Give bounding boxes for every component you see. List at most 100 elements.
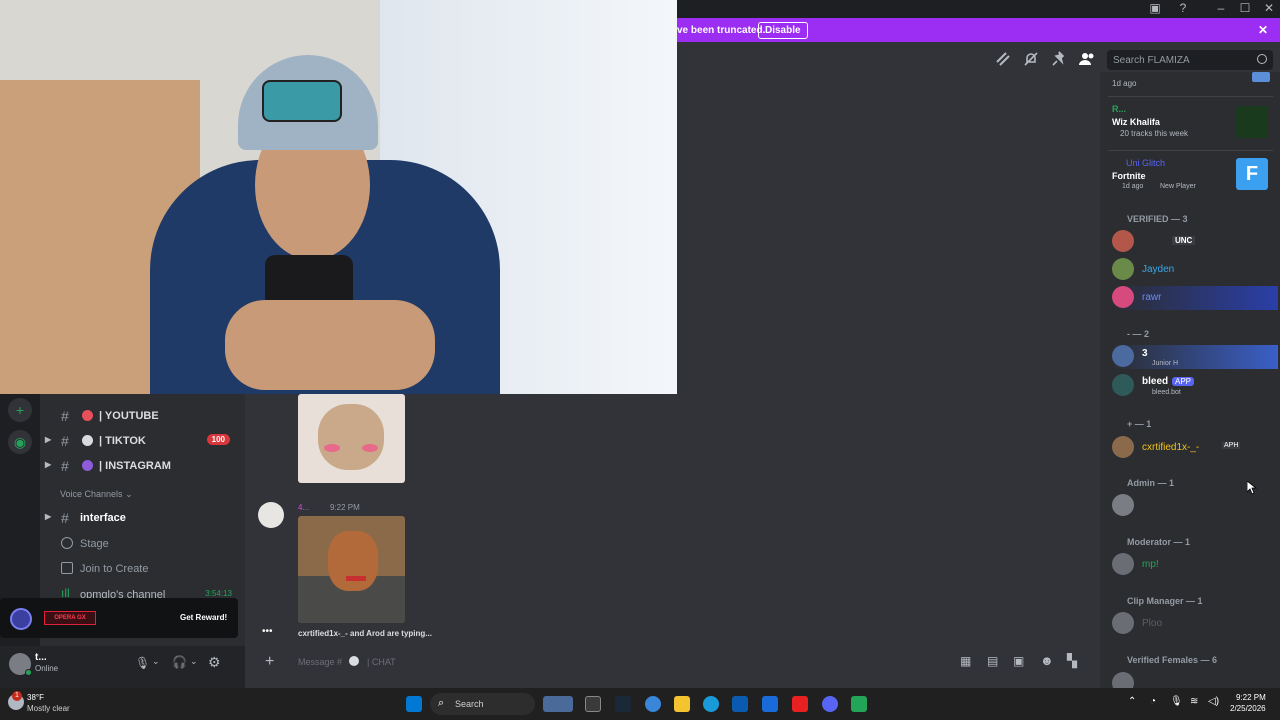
member-row[interactable]: UNC xyxy=(1112,230,1274,254)
member-row[interactable]: rawr xyxy=(1112,286,1278,310)
gift-icon[interactable]: ▦ xyxy=(960,654,971,668)
status-indicator xyxy=(25,669,32,676)
activity-card[interactable]: Uni Glitch Fortnite 1d ago New Player F xyxy=(1112,158,1272,194)
add-attachment-icon[interactable]: + xyxy=(265,653,274,671)
channel-instagram[interactable]: ▶ # | INSTAGRAM xyxy=(45,455,240,477)
member-row[interactable]: mp! xyxy=(1112,553,1274,577)
clock-time[interactable]: 9:22 PM xyxy=(1236,693,1266,702)
emoji-icon[interactable]: ☻ xyxy=(1040,653,1054,668)
widgets-icon[interactable] xyxy=(543,696,573,712)
member-row[interactable]: 3 Junior H xyxy=(1112,345,1278,369)
banner-text: ve been truncated. xyxy=(677,25,766,36)
channel-dot xyxy=(82,435,93,446)
channel-name: interface xyxy=(80,512,126,524)
get-reward-button[interactable]: Get Reward! xyxy=(180,613,227,622)
member-row[interactable]: Jayden xyxy=(1112,258,1274,282)
sticker-icon[interactable]: ▣ xyxy=(1013,654,1024,668)
cat-blush xyxy=(324,444,340,452)
maximize-icon[interactable]: ☐ xyxy=(1234,0,1256,16)
mute-bell-icon[interactable] xyxy=(1022,50,1040,68)
message-author[interactable]: 4... xyxy=(298,503,309,512)
channel-youtube[interactable]: # | YOUTUBE xyxy=(45,405,240,427)
inbox-icon[interactable]: ▣ xyxy=(1144,0,1166,16)
search-icon xyxy=(1257,54,1267,64)
member-name: cxrtified1x-_- xyxy=(1142,442,1200,453)
avatar[interactable] xyxy=(258,502,284,528)
youtube-icon[interactable] xyxy=(792,696,808,712)
channel-join-to-create[interactable]: Join to Create xyxy=(45,558,240,580)
headphones-icon[interactable]: 🎧 xyxy=(172,655,187,669)
mic-icon[interactable]: 🎙 xyxy=(1170,696,1183,707)
category-voice[interactable]: Voice Channels ⌄ xyxy=(60,489,133,500)
app-icon[interactable] xyxy=(851,696,867,712)
member-row[interactable] xyxy=(1112,494,1274,518)
store-icon[interactable] xyxy=(732,696,748,712)
cat-blush xyxy=(362,444,378,452)
channel-stage[interactable]: Stage xyxy=(45,533,240,555)
disable-button[interactable]: Disable xyxy=(758,22,808,39)
avatar xyxy=(1112,230,1134,252)
activity-image xyxy=(1252,72,1270,82)
start-icon[interactable] xyxy=(406,696,422,712)
chevron-down-icon[interactable]: ⌄ xyxy=(190,656,198,667)
message-input[interactable]: Message # xyxy=(298,657,342,667)
network-icon[interactable]: ◔ xyxy=(1150,696,1156,707)
quest-icon xyxy=(10,608,32,630)
reward-card[interactable]: OPERA GX Get Reward! xyxy=(0,598,238,638)
gif-icon[interactable]: ▤ xyxy=(987,654,998,668)
pin-icon[interactable] xyxy=(1050,50,1068,68)
activity-card[interactable]: R... Wiz Khalifa 20 tracks this week xyxy=(1112,104,1272,140)
activity-card[interactable]: 1d ago xyxy=(1112,72,1272,94)
chevron-up-icon[interactable]: ⌃ xyxy=(1128,696,1136,707)
threads-icon[interactable] xyxy=(994,50,1012,68)
channel-name: | YOUTUBE xyxy=(99,410,159,422)
cat-image[interactable] xyxy=(298,394,405,483)
member-list-icon[interactable] xyxy=(1078,50,1096,68)
steam-icon[interactable] xyxy=(615,696,631,712)
microphone-icon[interactable]: 🎙 xyxy=(135,656,150,670)
dog-image[interactable] xyxy=(298,516,405,623)
minimize-icon[interactable]: – xyxy=(1210,0,1232,16)
close-window-icon[interactable]: ✕ xyxy=(1258,0,1280,16)
dog-collar xyxy=(346,576,366,581)
typing-indicator-icon: ••• xyxy=(262,626,273,637)
member-row[interactable]: bleed APP bleed.bot xyxy=(1112,374,1274,398)
opera-gx-logo: OPERA GX xyxy=(44,611,96,625)
hash-icon: # xyxy=(61,510,69,526)
message-composer[interactable]: + Message # | CHAT ▦ ▤ ▣ ☻ ▚ xyxy=(257,648,1087,676)
apps-icon[interactable]: ▚ xyxy=(1067,653,1077,669)
add-server-icon[interactable]: + xyxy=(8,398,32,422)
avatar xyxy=(1112,612,1134,634)
channel-interface[interactable]: ▶ # interface xyxy=(45,507,240,529)
outlook-icon[interactable] xyxy=(762,696,778,712)
member-tag: APH xyxy=(1222,442,1241,449)
member-row[interactable]: cxrtified1x-_- APH xyxy=(1112,436,1274,460)
help-icon[interactable]: ? xyxy=(1172,0,1194,16)
taskbar: 1 38°F Mostly clear ⌕ Search ⌃ ◔ 🎙 ≋ ◁) … xyxy=(0,688,1280,720)
role-header-verified: VERIFIED — 3 xyxy=(1127,214,1188,224)
fortnite-icon: F xyxy=(1236,158,1268,190)
channel-dot xyxy=(82,410,93,421)
edge-icon[interactable] xyxy=(703,696,719,712)
search-input[interactable]: Search FLAMIZA xyxy=(1107,50,1273,70)
wifi-icon[interactable]: ≋ xyxy=(1190,696,1198,707)
volume-icon[interactable]: ◁) xyxy=(1208,696,1219,707)
divider xyxy=(1108,150,1273,151)
discord-icon[interactable] xyxy=(822,696,838,712)
chevron-down-icon[interactable]: ⌄ xyxy=(152,656,160,667)
member-name: 3 xyxy=(1142,348,1148,359)
close-banner-icon[interactable]: ✕ xyxy=(1258,23,1268,37)
user-status: Online xyxy=(35,664,59,673)
channel-tiktok[interactable]: ▶ # | TIKTOK 100 xyxy=(45,430,240,452)
message-time: 9:22 PM xyxy=(330,503,360,512)
member-row[interactable]: Ploo xyxy=(1112,612,1274,636)
gear-icon[interactable]: ⚙ xyxy=(208,654,221,671)
task-view-icon[interactable] xyxy=(585,696,601,712)
file-explorer-icon[interactable] xyxy=(674,696,690,712)
copilot-icon[interactable] xyxy=(645,696,661,712)
discover-icon[interactable]: ◉ xyxy=(8,430,32,454)
clock-date[interactable]: 2/25/2026 xyxy=(1230,704,1266,713)
member-activity: Junior H xyxy=(1152,360,1179,367)
member-row[interactable] xyxy=(1112,672,1274,688)
taskbar-search[interactable]: ⌕ Search xyxy=(430,693,535,715)
